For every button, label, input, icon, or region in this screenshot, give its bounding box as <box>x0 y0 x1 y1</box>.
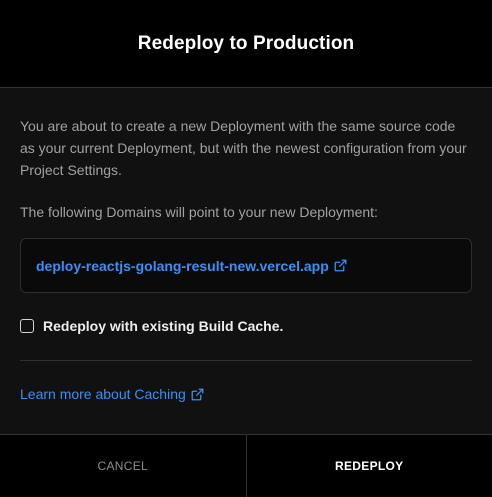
external-link-icon <box>334 259 347 272</box>
cancel-button[interactable]: CANCEL <box>0 435 247 497</box>
learn-more-label: Learn more about Caching <box>20 386 186 402</box>
domain-list: deploy-reactjs-golang-result-new.vercel.… <box>20 238 472 293</box>
build-cache-label[interactable]: Redeploy with existing Build Cache. <box>43 318 283 334</box>
domain-link[interactable]: deploy-reactjs-golang-result-new.vercel.… <box>36 258 347 274</box>
dialog-title: Redeploy to Production <box>137 32 355 54</box>
redeploy-dialog: Redeploy to Production You are about to … <box>0 0 492 497</box>
dialog-footer: CANCEL REDEPLOY <box>0 434 492 497</box>
learn-more-caching-link[interactable]: Learn more about Caching <box>20 386 204 402</box>
dialog-header: Redeploy to Production <box>0 0 492 88</box>
build-cache-checkbox[interactable] <box>20 319 34 333</box>
external-link-icon <box>191 388 204 400</box>
redeploy-button[interactable]: REDEPLOY <box>246 435 492 497</box>
dialog-description: You are about to create a new Deployment… <box>20 118 467 178</box>
domain-url: deploy-reactjs-golang-result-new.vercel.… <box>36 257 329 274</box>
build-cache-option[interactable]: Redeploy with existing Build Cache. <box>20 316 472 336</box>
dialog-body: You are about to create a new Deployment… <box>0 88 492 434</box>
domains-label: The following Domains will point to your… <box>20 204 378 220</box>
divider <box>20 360 472 361</box>
